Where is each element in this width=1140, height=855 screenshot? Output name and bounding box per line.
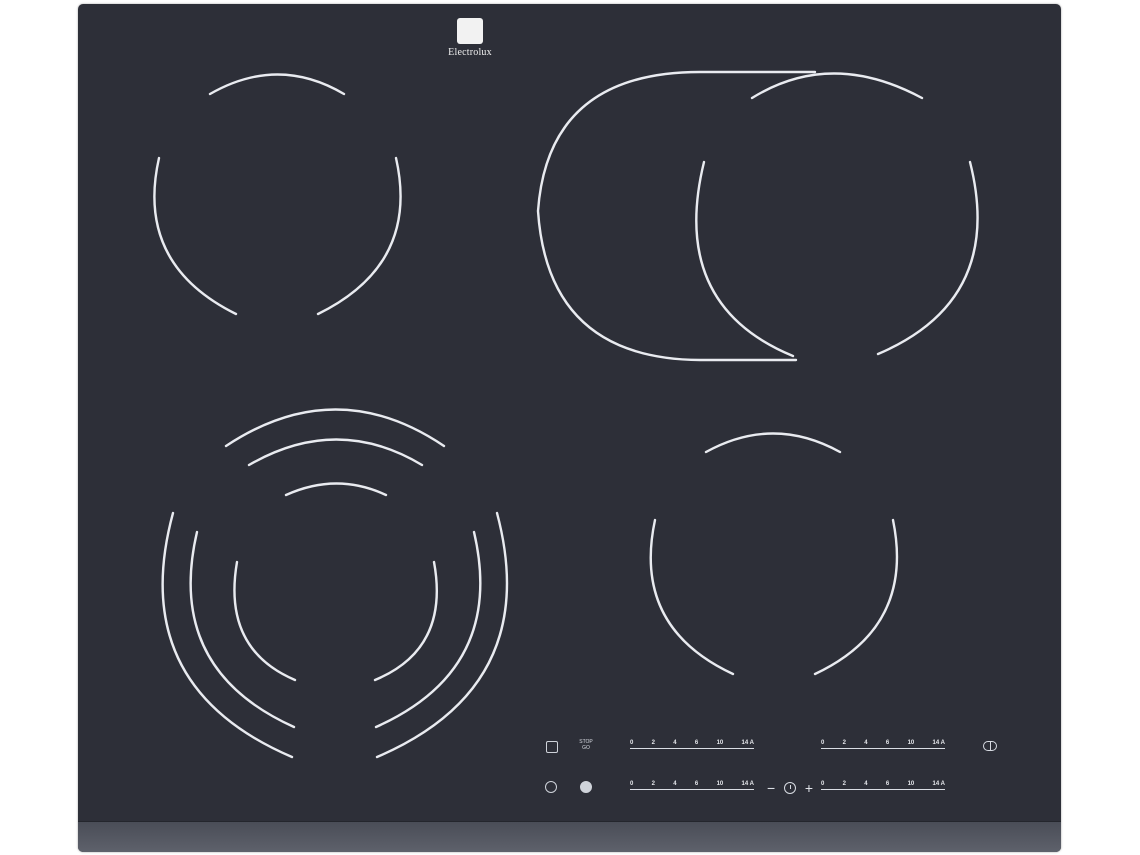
- timer-minus-button[interactable]: −: [767, 780, 775, 796]
- scale-value: 4: [864, 781, 868, 787]
- top-right-zone-outer-arc: [536, 70, 817, 362]
- clock-icon: [784, 782, 796, 794]
- slider-scale: 0 2 4 6 10 14 A: [630, 740, 754, 746]
- top-left-zone-arc-top: [208, 73, 346, 96]
- power-icon[interactable]: [545, 781, 557, 793]
- scale-value: 4: [864, 740, 868, 746]
- scale-value: 0: [630, 781, 634, 787]
- bottom-left-zone-inner-right: [373, 560, 438, 682]
- scale-value: 14 A: [932, 740, 945, 746]
- slider-track[interactable]: [630, 789, 754, 790]
- top-left-zone-arc-left: [153, 156, 238, 316]
- bottom-right-zone-arc-right: [813, 518, 899, 676]
- bottom-left-zone-outer-right: [375, 511, 509, 759]
- slider-track[interactable]: [821, 789, 945, 790]
- bottom-left-zone-inner-top: [284, 482, 388, 497]
- timer-plus-button[interactable]: +: [805, 780, 813, 796]
- scale-value: 6: [694, 781, 699, 787]
- slider-track[interactable]: [630, 748, 754, 749]
- scale-value: 2: [842, 740, 846, 746]
- scale-value: 4: [673, 781, 677, 787]
- brand-name: Electrolux: [448, 47, 492, 58]
- bottom-left-zone-inner-left: [233, 560, 297, 682]
- scale-value: 10: [907, 781, 915, 787]
- slider-scale: 0 2 4 6 10 14 A: [821, 781, 945, 787]
- bottom-left-power-slider[interactable]: 0 2 4 6 10 14 A: [630, 781, 754, 793]
- bottom-left-zone-middle-top: [247, 438, 424, 467]
- top-right-power-slider[interactable]: 0 2 4 6 10 14 A: [821, 740, 945, 752]
- brand-logo: Electrolux: [426, 18, 514, 58]
- scale-value: 6: [885, 781, 890, 787]
- slider-scale: 0 2 4 6 10 14 A: [630, 781, 754, 787]
- scale-value: 14 A: [932, 781, 945, 787]
- bottom-left-zone-outer-left: [161, 511, 294, 759]
- scale-value: 6: [694, 740, 699, 746]
- electrolux-logo-icon: [457, 18, 483, 44]
- scale-value: 2: [651, 781, 655, 787]
- dual-zone-icon[interactable]: [983, 741, 997, 751]
- slider-scale: 0 2 4 6 10 14 A: [821, 740, 945, 746]
- slider-track[interactable]: [821, 748, 945, 749]
- lock-icon[interactable]: [546, 741, 558, 753]
- scale-value: 14 A: [741, 781, 754, 787]
- top-left-zone-arc-right: [316, 156, 402, 316]
- scale-value: 2: [842, 781, 846, 787]
- bottom-right-zone-arc-top: [704, 432, 842, 454]
- product-image: Electrolux STOP GO 0 2 4 6 10 14 A 0 2 4…: [0, 0, 1140, 855]
- timer-control[interactable]: − +: [767, 780, 813, 796]
- burner-icon[interactable]: [580, 781, 592, 793]
- scale-value: 10: [907, 740, 915, 746]
- top-right-zone-left-arc: [695, 160, 795, 358]
- scale-value: 4: [673, 740, 677, 746]
- scale-value: 6: [885, 740, 890, 746]
- scale-value: 14 A: [741, 740, 754, 746]
- bottom-right-zone-arc-left: [649, 518, 735, 676]
- top-right-zone-right-arc: [876, 160, 979, 356]
- bottom-right-power-slider[interactable]: 0 2 4 6 10 14 A: [821, 781, 945, 793]
- scale-value: 0: [821, 781, 825, 787]
- scale-value: 0: [630, 740, 634, 746]
- scale-value: 2: [651, 740, 655, 746]
- scale-value: 10: [716, 740, 724, 746]
- cooking-zone-markings: [153, 70, 979, 759]
- scale-value: 10: [716, 781, 724, 787]
- stop-go-label: STOP GO: [577, 739, 595, 751]
- top-left-power-slider[interactable]: 0 2 4 6 10 14 A: [630, 740, 754, 752]
- scale-value: 0: [821, 740, 825, 746]
- top-right-zone-top-arc: [750, 72, 924, 100]
- go-label: GO: [582, 745, 590, 751]
